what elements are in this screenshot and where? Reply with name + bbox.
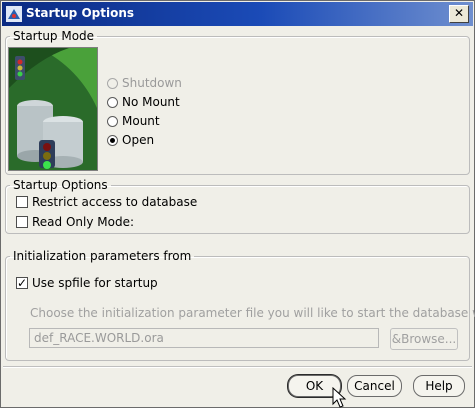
radio-mount-control[interactable] [107, 116, 118, 127]
radio-shutdown-label: Shutdown [122, 76, 182, 90]
window-title: Startup Options [26, 6, 135, 20]
browse-button[interactable]: &Browse... [390, 328, 458, 350]
parameter-file-hint: Choose the initialization parameter file… [30, 306, 475, 320]
radio-mount-label: Mount [122, 114, 160, 128]
close-button[interactable]: ✕ [449, 5, 469, 23]
button-bar-separator [3, 366, 472, 368]
radio-no-mount-label: No Mount [122, 95, 180, 109]
restrict-access-label: Restrict access to database [32, 195, 198, 209]
startup-options-dialog: Startup Options ✕ Startup Mode Shutdown … [0, 0, 475, 408]
radio-open-label: Open [122, 133, 155, 147]
startup-options-legend: Startup Options [13, 178, 108, 192]
radio-no-mount-control[interactable] [107, 97, 118, 108]
mouse-pointer-icon [332, 387, 347, 408]
parameter-file-input[interactable] [29, 328, 379, 348]
close-icon: ✕ [453, 6, 465, 20]
startup-mode-legend: Startup Mode [13, 29, 95, 43]
read-only-checkbox[interactable] [16, 216, 28, 228]
restrict-access-checkbox[interactable] [16, 196, 28, 208]
use-spfile-label: Use spfile for startup [32, 276, 158, 290]
init-params-legend: Initialization parameters from [13, 249, 192, 263]
use-spfile-checkbox[interactable] [16, 275, 28, 291]
oracle-app-icon [6, 6, 22, 22]
database-traffic-light-illustration [8, 47, 98, 171]
cancel-button[interactable]: Cancel [347, 375, 402, 397]
title-bar[interactable]: Startup Options ✕ [2, 2, 473, 26]
read-only-label: Read Only Mode: [32, 215, 135, 229]
help-button[interactable]: Help [413, 375, 465, 397]
radio-open-control[interactable] [107, 135, 118, 146]
radio-shutdown-control[interactable] [107, 78, 118, 89]
